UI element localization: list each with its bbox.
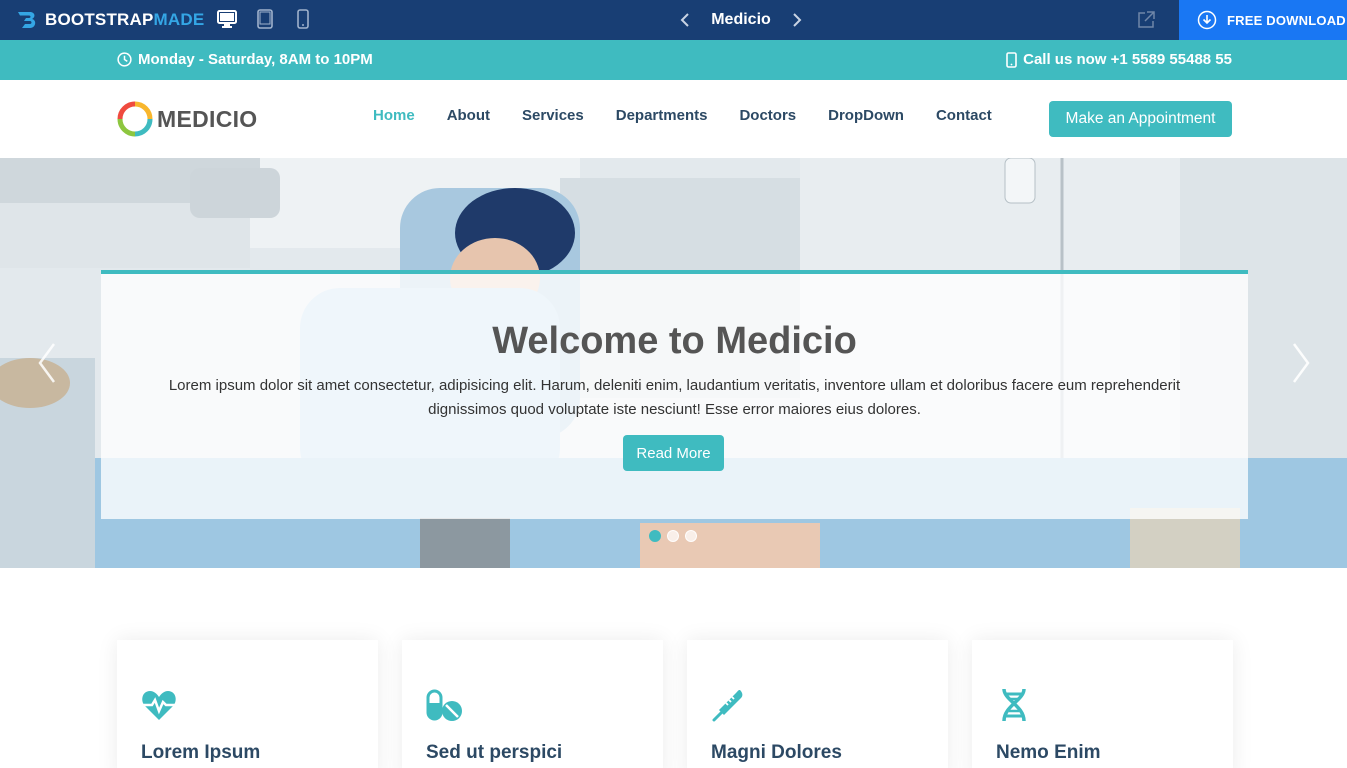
featured-services: Lorem Ipsum Sed ut perspici Magni Dolore… xyxy=(117,640,1233,768)
nav-home[interactable]: Home xyxy=(373,107,415,124)
thermometer-icon xyxy=(712,690,743,722)
heart-pulse-icon xyxy=(142,691,176,720)
phone-contact: Call us now +1 5589 55488 55 xyxy=(1006,51,1232,68)
read-more-button[interactable]: Read More xyxy=(623,435,724,471)
service-card[interactable]: Lorem Ipsum xyxy=(117,640,378,768)
template-name: Medicio xyxy=(711,11,771,28)
main-nav: Home About Services Departments Doctors … xyxy=(373,107,992,124)
previous-template-icon[interactable] xyxy=(676,0,694,40)
carousel-prev-icon[interactable] xyxy=(32,338,62,388)
nav-services[interactable]: Services xyxy=(522,107,584,124)
free-download-label: FREE DOWNLOAD xyxy=(1227,12,1346,28)
opening-hours-text: Monday - Saturday, 8AM to 10PM xyxy=(138,51,373,68)
nav-doctors[interactable]: Doctors xyxy=(739,107,796,124)
service-card[interactable]: Nemo Enim xyxy=(972,640,1233,768)
site-logo-text: MEDICIO xyxy=(157,105,258,132)
dna-icon xyxy=(1002,688,1026,722)
tablet-icon[interactable] xyxy=(254,8,276,30)
opening-hours: Monday - Saturday, 8AM to 10PM xyxy=(117,51,373,68)
carousel-dot-3[interactable] xyxy=(685,530,697,542)
pills-icon xyxy=(426,689,462,721)
phone-icon xyxy=(1006,51,1017,68)
make-appointment-button[interactable]: Make an Appointment xyxy=(1049,101,1232,137)
hero-carousel: Welcome to Medicio Lorem ipsum dolor sit… xyxy=(0,158,1347,568)
hero-title: Welcome to Medicio xyxy=(492,320,857,362)
hero-caption-box: Welcome to Medicio Lorem ipsum dolor sit… xyxy=(101,270,1248,519)
top-info-bar: Monday - Saturday, 8AM to 10PM Call us n… xyxy=(0,40,1347,80)
preview-bar: BOOTSTRAPMADE Medicio FREE DOWNLOAD xyxy=(0,0,1347,40)
clock-icon xyxy=(117,52,132,67)
bootstrapmade-logo-icon xyxy=(18,12,36,28)
nav-dropdown[interactable]: DropDown xyxy=(828,107,904,124)
carousel-dot-2[interactable] xyxy=(667,530,679,542)
carousel-dot-1[interactable] xyxy=(649,530,661,542)
carousel-indicators xyxy=(649,530,697,542)
nav-departments[interactable]: Departments xyxy=(616,107,708,124)
service-card[interactable]: Sed ut perspici xyxy=(402,640,663,768)
download-icon xyxy=(1197,10,1217,30)
bootstrapmade-logo[interactable]: BOOTSTRAPMADE xyxy=(16,6,204,34)
next-template-icon[interactable] xyxy=(788,0,806,40)
free-download-button[interactable]: FREE DOWNLOAD xyxy=(1179,0,1347,40)
nav-about[interactable]: About xyxy=(447,107,490,124)
bootstrapmade-wordmark: BOOTSTRAPMADE xyxy=(45,10,205,29)
site-logo[interactable]: MEDICIO xyxy=(117,101,258,137)
service-card[interactable]: Magni Dolores xyxy=(687,640,948,768)
mobile-icon[interactable] xyxy=(292,8,314,30)
service-card-title: Sed ut perspici xyxy=(426,742,563,763)
service-card-title: Nemo Enim xyxy=(996,742,1101,763)
desktop-icon[interactable] xyxy=(216,8,238,30)
hero-description: Lorem ipsum dolor sit amet consectetur, … xyxy=(168,377,1181,418)
external-link-icon[interactable] xyxy=(1136,10,1156,30)
phone-text: Call us now +1 5589 55488 55 xyxy=(1023,51,1232,68)
site-header: MEDICIO Home About Services Departments … xyxy=(0,80,1347,158)
template-switcher: Medicio xyxy=(676,0,806,40)
nav-contact[interactable]: Contact xyxy=(936,107,992,124)
service-card-title: Magni Dolores xyxy=(711,742,842,763)
service-card-title: Lorem Ipsum xyxy=(141,742,261,763)
medicio-logo-icon xyxy=(117,101,153,137)
carousel-next-icon[interactable] xyxy=(1286,338,1316,388)
device-switcher xyxy=(216,8,314,30)
